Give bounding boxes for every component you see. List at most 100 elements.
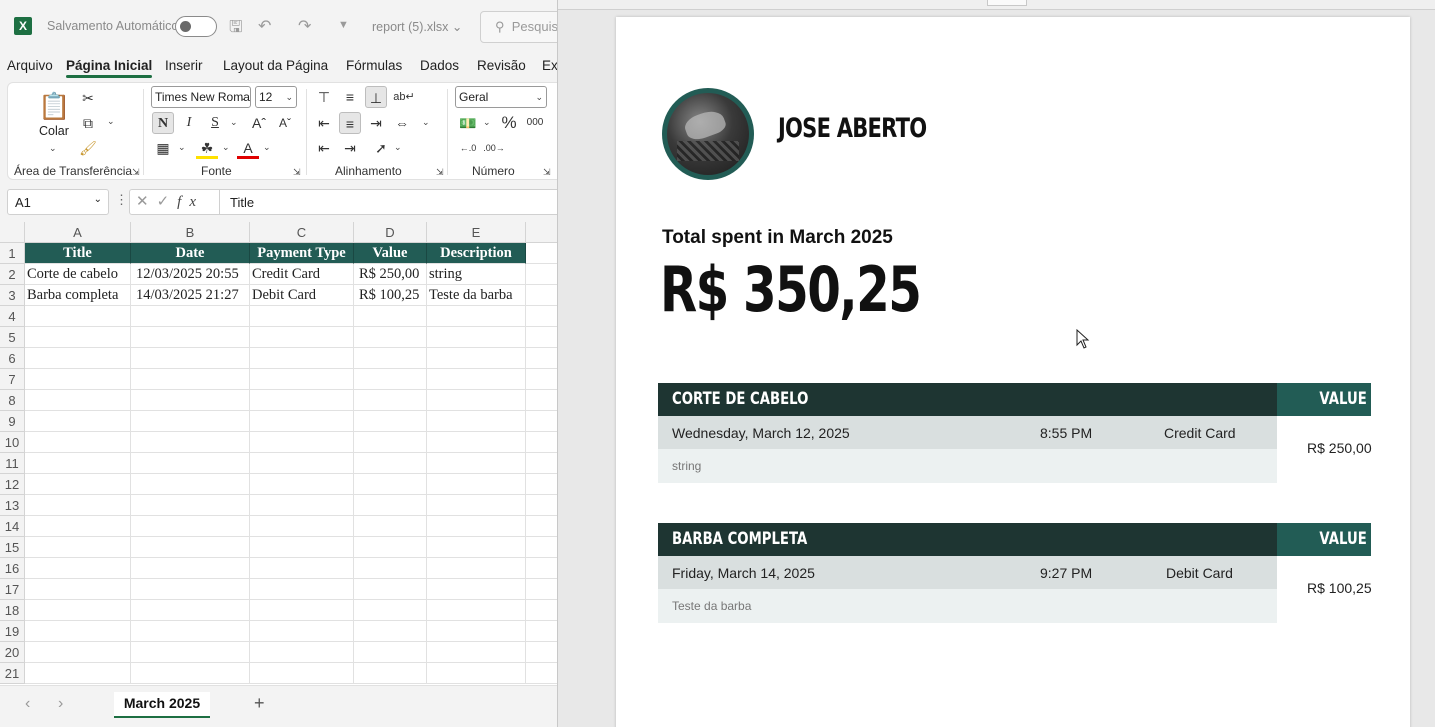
table-cell[interactable] — [250, 411, 354, 432]
table-cell[interactable] — [250, 369, 354, 390]
row-header[interactable]: 5 — [0, 327, 25, 348]
table-cell[interactable] — [526, 264, 557, 285]
table-cell[interactable] — [526, 285, 557, 306]
row-header[interactable]: 2 — [0, 264, 25, 285]
tab-arquivo[interactable]: Arquivo — [7, 58, 53, 73]
increase-decimal-icon[interactable]: ←.0 — [457, 137, 479, 159]
currency-format-icon[interactable]: 💵 — [457, 112, 479, 134]
font-size-select[interactable]: 12 ⌄ — [255, 86, 297, 108]
table-cell[interactable] — [131, 369, 250, 390]
table-cell[interactable] — [427, 495, 526, 516]
select-all-corner[interactable] — [0, 222, 25, 243]
header-cell[interactable]: Description — [427, 243, 526, 264]
table-cell[interactable] — [25, 474, 131, 495]
tab-pagina-inicial[interactable]: Página Inicial — [66, 58, 153, 78]
align-middle-icon[interactable]: ≡ — [339, 86, 361, 108]
row-header[interactable]: 16 — [0, 558, 25, 579]
table-cell[interactable] — [131, 579, 250, 600]
decrease-font-icon[interactable]: Aˇ — [274, 112, 296, 134]
table-cell[interactable] — [354, 369, 427, 390]
table-cell[interactable] — [250, 390, 354, 411]
table-cell[interactable] — [131, 411, 250, 432]
paste-label[interactable]: Colar — [39, 124, 69, 138]
table-cell[interactable] — [526, 558, 557, 579]
increase-font-icon[interactable]: Aˆ — [248, 112, 270, 134]
number-launcher-icon[interactable]: ⇲ — [543, 167, 551, 178]
column-header[interactable]: B — [131, 222, 250, 243]
table-cell[interactable] — [250, 495, 354, 516]
column-header[interactable]: D — [354, 222, 427, 243]
insert-function-icon[interactable]: fx — [177, 194, 204, 210]
name-box[interactable]: A1 ⌄ — [7, 189, 109, 215]
table-cell[interactable] — [526, 348, 557, 369]
table-cell[interactable] — [250, 558, 354, 579]
paste-icon[interactable]: 📋 — [38, 89, 70, 123]
table-cell[interactable]: 12/03/2025 20:55 — [131, 264, 250, 285]
orientation-dropdown-icon[interactable]: ⌄ — [394, 142, 402, 153]
table-cell[interactable]: Corte de cabelo — [25, 264, 131, 285]
table-cell[interactable] — [131, 432, 250, 453]
align-right-icon[interactable]: ⇥ — [365, 112, 387, 134]
table-cell[interactable] — [25, 453, 131, 474]
column-header[interactable] — [526, 222, 557, 243]
table-cell[interactable] — [526, 495, 557, 516]
table-cell[interactable] — [354, 306, 427, 327]
table-cell[interactable] — [250, 348, 354, 369]
table-cell[interactable] — [427, 432, 526, 453]
table-cell[interactable] — [526, 411, 557, 432]
table-cell[interactable] — [131, 327, 250, 348]
table-cell[interactable] — [250, 306, 354, 327]
table-cell[interactable]: R$ 250,00 — [354, 264, 427, 285]
table-cell[interactable] — [131, 558, 250, 579]
table-cell[interactable] — [526, 453, 557, 474]
table-cell[interactable] — [354, 663, 427, 684]
table-cell[interactable] — [526, 600, 557, 621]
table-cell[interactable] — [427, 474, 526, 495]
copy-icon[interactable]: ⧉ — [77, 112, 99, 134]
italic-button[interactable]: I — [178, 112, 200, 134]
table-cell[interactable] — [131, 642, 250, 663]
thousands-separator-icon[interactable]: 000 — [524, 112, 546, 134]
formula-input[interactable]: Title — [219, 189, 557, 215]
align-left-icon[interactable]: ⇤ — [313, 112, 335, 134]
table-cell[interactable] — [25, 348, 131, 369]
font-color-icon[interactable]: A — [237, 137, 259, 159]
table-cell[interactable] — [250, 432, 354, 453]
more-options-icon[interactable]: ⋮ — [115, 192, 128, 208]
table-cell[interactable] — [131, 495, 250, 516]
previous-sheet-icon[interactable]: ‹ — [25, 695, 30, 713]
table-cell[interactable] — [354, 495, 427, 516]
table-cell[interactable] — [427, 306, 526, 327]
table-cell[interactable] — [427, 663, 526, 684]
underline-button[interactable]: S — [204, 112, 226, 134]
table-cell[interactable] — [526, 474, 557, 495]
tab-revisao[interactable]: Revisão — [477, 58, 526, 73]
table-cell[interactable]: R$ 100,25 — [354, 285, 427, 306]
font-color-dropdown-icon[interactable]: ⌄ — [263, 142, 271, 153]
table-cell[interactable] — [25, 600, 131, 621]
table-cell[interactable] — [131, 516, 250, 537]
row-header[interactable]: 8 — [0, 390, 25, 411]
table-cell[interactable] — [354, 327, 427, 348]
table-cell[interactable] — [526, 642, 557, 663]
table-cell[interactable] — [427, 390, 526, 411]
table-cell[interactable] — [354, 390, 427, 411]
currency-dropdown-icon[interactable]: ⌄ — [483, 117, 491, 128]
format-painter-icon[interactable]: 🖌 — [77, 137, 99, 159]
borders-icon[interactable]: ▦ — [152, 137, 174, 159]
table-cell[interactable] — [354, 600, 427, 621]
table-cell[interactable] — [131, 306, 250, 327]
table-cell[interactable] — [25, 390, 131, 411]
tab-inserir[interactable]: Inserir — [165, 58, 203, 73]
table-cell[interactable]: Barba completa — [25, 285, 131, 306]
table-cell[interactable] — [354, 348, 427, 369]
table-cell[interactable]: Credit Card — [250, 264, 354, 285]
percent-icon[interactable]: % — [498, 112, 520, 134]
search-input[interactable]: ⚲ Pesquisar — [480, 11, 557, 43]
row-header[interactable]: 9 — [0, 411, 25, 432]
table-cell[interactable] — [526, 390, 557, 411]
sheet-tab-march-2025[interactable]: March 2025 — [114, 692, 210, 718]
customize-toolbar-icon[interactable]: ▼ — [338, 19, 349, 31]
table-cell[interactable] — [25, 306, 131, 327]
row-header[interactable]: 6 — [0, 348, 25, 369]
